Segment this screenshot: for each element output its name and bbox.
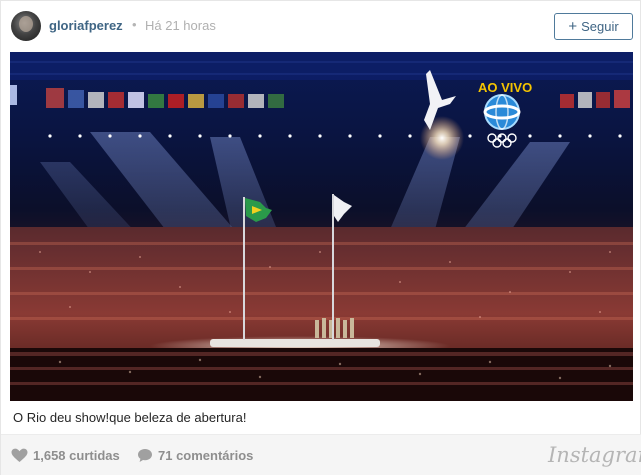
likes-counter[interactable]: 1,658 curtidas (11, 448, 120, 463)
comment-icon (138, 449, 152, 462)
avatar-face (19, 16, 33, 32)
post-header: gloriafperez • Há 21 horas + Seguir (1, 1, 641, 51)
avatar[interactable] (11, 11, 41, 41)
comments-text: 71 comentários (158, 448, 254, 463)
plus-icon: + (568, 18, 578, 35)
instagram-logo[interactable]: Instagram (548, 443, 641, 467)
follow-label: Seguir (581, 19, 619, 34)
ao-vivo-label: AO VIVO (478, 80, 532, 95)
heart-icon (11, 448, 28, 462)
separator-dot: • (132, 17, 137, 32)
comments-counter[interactable]: 71 comentários (137, 448, 253, 463)
post-photo[interactable]: AO VIVO (10, 52, 633, 401)
likes-text: 1,658 curtidas (33, 448, 120, 463)
follow-button[interactable]: + Seguir (554, 13, 633, 40)
globe-broadcast-logo (483, 94, 521, 130)
username[interactable]: gloriafperez (49, 18, 123, 33)
post-caption: O Rio deu show!que beleza de abertura! (13, 410, 247, 425)
post-footer: 1,658 curtidas 71 comentários Instagram (1, 434, 641, 475)
instagram-post: gloriafperez • Há 21 horas + Seguir AO V… (0, 0, 641, 475)
post-time[interactable]: Há 21 horas (145, 18, 216, 33)
stadium-scene: AO VIVO (10, 52, 633, 401)
